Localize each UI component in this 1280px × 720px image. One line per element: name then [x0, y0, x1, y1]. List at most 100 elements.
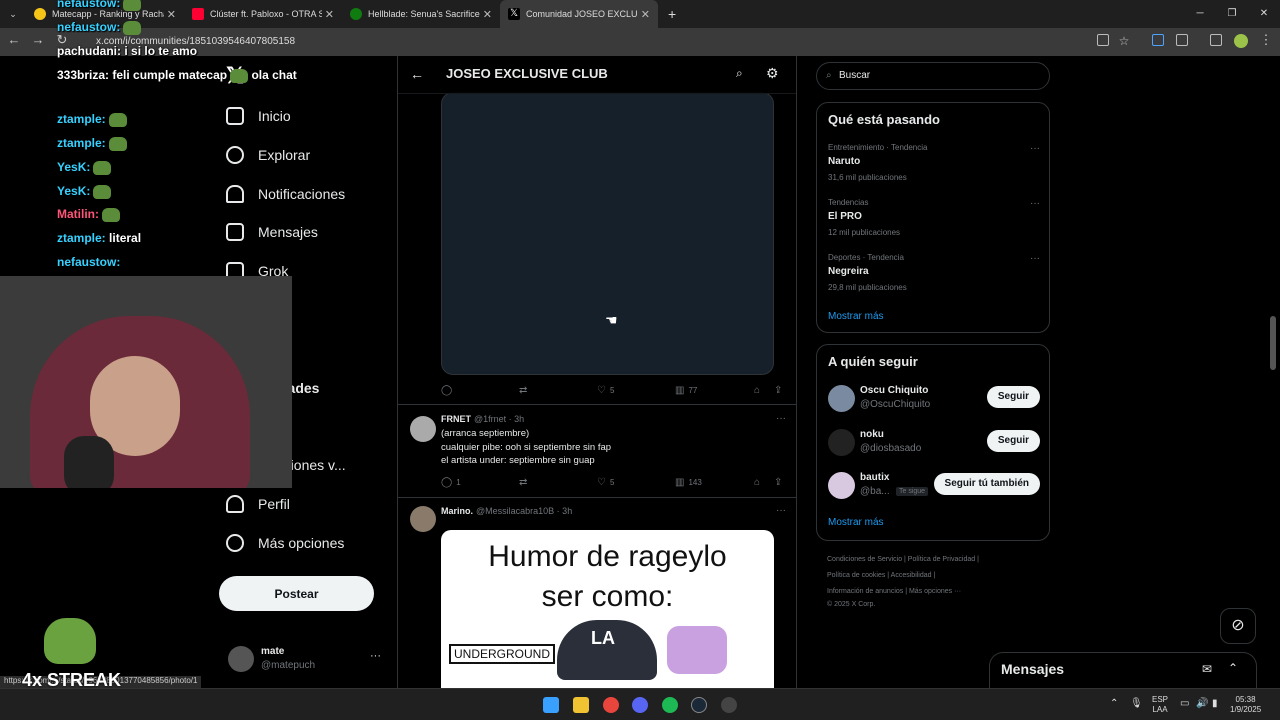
expand-icon[interactable]: ⌃ — [1228, 661, 1238, 675]
browser-tab[interactable]: Matecapp - Ranking y Racha d ✕ — [26, 0, 184, 28]
tweet-more-icon[interactable]: ··· — [776, 505, 786, 516]
bookmark-star-icon[interactable]: ☆ — [1116, 34, 1132, 48]
account-more-icon[interactable]: ··· — [370, 650, 381, 662]
reply-icon[interactable]: ◯ — [441, 385, 452, 396]
back-icon[interactable]: ← — [6, 32, 22, 47]
tweet-text-line: (arranca septiembre) — [441, 428, 530, 439]
language-indicator[interactable]: ESP LAA — [1152, 695, 1168, 715]
install-app-icon[interactable] — [1097, 34, 1109, 46]
retweet-icon[interactable]: ⇄ — [519, 477, 527, 488]
like-count: 5 — [609, 477, 615, 487]
chrome-icon[interactable] — [603, 697, 619, 713]
discord-icon[interactable] — [632, 697, 648, 713]
follow-suggestion[interactable]: noku @diosbasado Seguir — [828, 428, 1040, 458]
share-icon[interactable]: ⇪ — [774, 385, 782, 396]
show-more-trends-link[interactable]: Mostrar más — [828, 311, 884, 322]
browser-tab-active[interactable]: 𝕏 Comunidad JOSEO EXCLUSIVE ✕ — [500, 0, 658, 28]
footer-links[interactable]: Política de cookies | Accesibilidad | — [827, 572, 935, 579]
volume-icon[interactable]: 🔊 — [1196, 699, 1208, 709]
network-icon[interactable]: ▭ — [1180, 699, 1189, 709]
close-tab-icon[interactable]: ✕ — [483, 8, 492, 21]
close-window-icon[interactable]: ✕ — [1248, 0, 1280, 28]
follow-button[interactable]: Seguir — [986, 430, 1040, 452]
reload-icon[interactable]: ↻ — [54, 32, 70, 48]
show-more-suggestions-link[interactable]: Mostrar más — [828, 517, 884, 528]
nav-item-perfil[interactable]: Perfil — [226, 490, 290, 518]
meme-king-emote-image — [667, 626, 727, 674]
nav-item-mas-opciones[interactable]: Más opciones — [226, 529, 344, 557]
url-field[interactable]: x.com/i/communities/1851039546407805158 — [96, 32, 295, 52]
reading-list-icon[interactable] — [1210, 34, 1222, 46]
extensions-puzzle-icon[interactable] — [1176, 34, 1188, 46]
file-explorer-icon[interactable] — [573, 697, 589, 713]
maximize-icon[interactable]: ❐ — [1216, 0, 1248, 28]
footer-links[interactable]: Condiciones de Servicio | Política de Pr… — [827, 556, 979, 563]
obs-icon[interactable] — [721, 697, 737, 713]
share-icon[interactable]: ⇪ — [774, 477, 782, 488]
youtube-favicon-icon — [192, 8, 204, 20]
tab-list-icon[interactable]: ⌄ — [0, 9, 26, 20]
search-input[interactable]: ⌕ Buscar — [816, 62, 1050, 90]
reply-button[interactable]: ◯ 1 — [441, 477, 461, 488]
nav-label: Perfil — [258, 496, 290, 512]
follow-back-button[interactable]: Seguir tú también — [933, 473, 1040, 495]
settings-gear-icon[interactable]: ⚙ — [766, 65, 779, 82]
avatar[interactable] — [410, 506, 436, 532]
forward-icon[interactable]: → — [30, 32, 46, 47]
trend-more-icon[interactable]: ··· — [1030, 143, 1040, 154]
nav-item-mensajes[interactable]: Mensajes — [226, 218, 318, 246]
profile-avatar-icon[interactable] — [1234, 34, 1248, 48]
footer-links[interactable]: Información de anuncios | Más opciones ·… — [827, 588, 961, 595]
grok-float-button[interactable]: ⊘ — [1220, 608, 1256, 644]
bookmark-icon[interactable]: ⌂ — [754, 385, 760, 396]
microphone-icon[interactable]: 🎙 — [1130, 699, 1143, 709]
close-tab-icon[interactable]: ✕ — [167, 8, 176, 21]
close-tab-icon[interactable]: ✕ — [325, 8, 334, 21]
account-switcher[interactable]: mate @matepuch ··· — [228, 644, 388, 674]
trends-panel: Qué está pasando Entretenimiento · Tende… — [816, 102, 1050, 333]
new-tab-button[interactable]: + — [668, 6, 676, 22]
new-message-icon[interactable]: ✉ — [1202, 662, 1212, 676]
clock[interactable]: 05:38 1/9/2025 — [1230, 695, 1261, 715]
page-scrollbar[interactable] — [1270, 316, 1276, 370]
browser-tab[interactable]: Hellblade: Senua's Sacrifice | Xb ✕ — [342, 0, 500, 28]
menu-dots-icon[interactable]: ⋮ — [1258, 32, 1274, 48]
trend-more-icon[interactable]: ··· — [1030, 198, 1040, 209]
search-icon[interactable]: ⌕ — [736, 66, 743, 81]
tray-chevron-icon[interactable]: ⌃ — [1110, 699, 1118, 709]
tweet-media[interactable] — [441, 92, 774, 375]
follow-suggestion[interactable]: Oscu Chiquito @OscuChiquito Seguir — [828, 384, 1040, 414]
retweet-icon[interactable]: ⇄ — [519, 385, 527, 396]
like-button[interactable]: ♡ 5 — [597, 385, 614, 396]
post-button[interactable]: Postear — [219, 576, 374, 611]
steam-icon[interactable] — [691, 697, 707, 713]
back-arrow-icon[interactable]: ← — [410, 66, 424, 82]
avatar[interactable] — [410, 416, 436, 442]
windows-start-icon[interactable] — [543, 697, 559, 713]
trend-item[interactable]: Entretenimiento · Tendencia Naruto 31,6 … — [828, 143, 1040, 187]
extension-icon[interactable] — [1152, 34, 1164, 46]
close-tab-icon[interactable]: ✕ — [641, 8, 650, 21]
tweet-author[interactable]: FRNET @1frnet · 3h — [441, 414, 524, 424]
minimize-icon[interactable]: ─ — [1184, 0, 1216, 28]
nav-item-explorar[interactable]: Explorar — [226, 141, 310, 169]
follow-suggestion[interactable]: bautix @ba... Te sigue Seguir tú también — [828, 471, 1040, 501]
spotify-icon[interactable] — [662, 697, 678, 713]
nav-label: Explorar — [258, 147, 311, 163]
follow-button[interactable]: Seguir — [986, 386, 1040, 408]
trend-item[interactable]: Deportes · Tendencia Negreira 29,8 mil p… — [828, 253, 1040, 297]
like-button[interactable]: ♡ 5 — [597, 477, 614, 488]
nav-item-inicio[interactable]: Inicio — [226, 102, 291, 130]
browser-tab[interactable]: Clúster ft. Pabloxo - OTRA SED ✕ — [184, 0, 342, 28]
bookmark-icon[interactable]: ⌂ — [754, 477, 760, 488]
tweet-more-icon[interactable]: ··· — [776, 413, 786, 424]
battery-icon[interactable]: ▮ — [1212, 699, 1218, 709]
messages-drawer[interactable]: Mensajes ✉ ⌃ — [989, 652, 1257, 688]
trend-more-icon[interactable]: ··· — [1030, 253, 1040, 264]
views-button[interactable]: ▥ 77 — [675, 385, 697, 396]
tweet-image[interactable]: Humor de rageylo ser como: UNDERGROUND L… — [441, 530, 774, 688]
views-button[interactable]: ▥ 143 — [675, 477, 702, 488]
tweet-author[interactable]: Marino. @Messilacabra10B · 3h — [441, 506, 572, 516]
nav-item-notificaciones[interactable]: Notificaciones — [226, 180, 345, 208]
trend-item[interactable]: Tendencias El PRO 12 mil publicaciones ·… — [828, 198, 1040, 242]
